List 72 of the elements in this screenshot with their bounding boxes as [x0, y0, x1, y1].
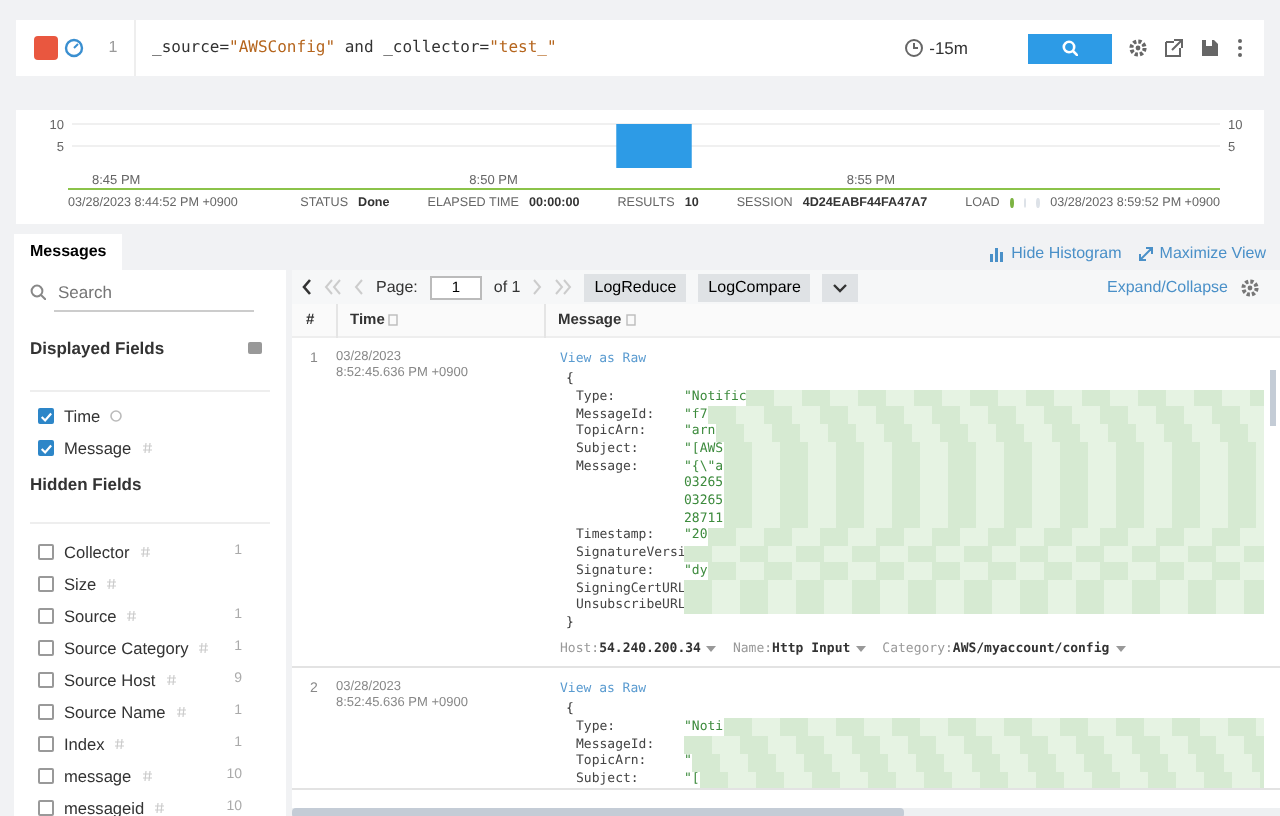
- field-label: Source Name: [64, 699, 166, 724]
- checkbox[interactable]: [38, 703, 54, 720]
- bar-chart-icon: [989, 246, 1006, 262]
- share-icon[interactable]: [1164, 38, 1184, 58]
- dropdown-button[interactable]: [822, 273, 859, 301]
- expand-icon: [1137, 246, 1154, 262]
- hash-icon: [139, 545, 152, 558]
- search-icon: [1062, 40, 1078, 56]
- gauge-icon[interactable]: [64, 38, 84, 58]
- horizontal-scrollbar[interactable]: [292, 808, 1280, 816]
- search-button[interactable]: [1028, 33, 1112, 63]
- section-title: Hidden Fields: [30, 472, 270, 524]
- checkbox[interactable]: [38, 607, 54, 624]
- messages-tab[interactable]: Messages: [14, 234, 123, 270]
- caret-icon[interactable]: [706, 645, 717, 652]
- caret-icon: [832, 281, 849, 293]
- first-page-icon[interactable]: [324, 278, 342, 296]
- copy-icon[interactable]: [625, 314, 636, 326]
- line-number: 1: [92, 20, 136, 76]
- checkbox[interactable]: [38, 735, 54, 752]
- vertical-scrollbar[interactable]: [1270, 370, 1276, 426]
- hash-icon: [154, 801, 167, 814]
- field-label: Size: [64, 571, 97, 596]
- field-label: Index: [64, 731, 105, 756]
- page-label: Page:: [376, 275, 418, 299]
- more-icon[interactable]: [1236, 38, 1244, 58]
- field-label: Message: [64, 435, 132, 461]
- hash-icon: [126, 609, 139, 622]
- hash-icon: [106, 577, 119, 590]
- previous-page-icon[interactable]: [354, 278, 364, 296]
- field-label: messageid: [64, 795, 145, 816]
- last-page-icon[interactable]: [554, 278, 573, 296]
- section-title: Displayed Fields: [30, 335, 165, 361]
- checkbox[interactable]: [38, 543, 54, 560]
- caret-icon[interactable]: [856, 645, 867, 652]
- page-total: of 1: [493, 275, 521, 299]
- field-label: Source: [64, 603, 117, 628]
- settings-icon[interactable]: [1128, 38, 1148, 58]
- next-page-icon[interactable]: [532, 278, 543, 296]
- time-range[interactable]: -15m: [929, 35, 968, 61]
- checkbox[interactable]: [38, 575, 54, 592]
- search-icon: [30, 284, 46, 300]
- app-logo-icon: [34, 36, 58, 60]
- chevron-left-icon[interactable]: [300, 278, 312, 296]
- hash-icon: [114, 737, 127, 750]
- checkbox[interactable]: [38, 671, 54, 688]
- logreduce-button[interactable]: LogReduce: [584, 273, 687, 301]
- clock-icon: [110, 410, 123, 422]
- check-icon: [40, 409, 52, 423]
- settings-icon[interactable]: [1240, 277, 1260, 297]
- copy-icon[interactable]: [388, 314, 399, 326]
- field-label: Time: [64, 403, 101, 429]
- save-icon[interactable]: [1200, 38, 1220, 58]
- field-label: message: [64, 763, 132, 788]
- hash-icon: [165, 673, 178, 686]
- field-label: Source Host: [64, 667, 156, 692]
- field-label: Source Category: [64, 635, 189, 660]
- check-icon: [40, 441, 52, 455]
- checkbox[interactable]: [38, 767, 54, 784]
- hash-icon: [141, 442, 154, 454]
- logcompare-button[interactable]: LogCompare: [698, 273, 811, 301]
- caret-icon[interactable]: [1115, 645, 1126, 652]
- clock-icon: [903, 38, 924, 58]
- query-field[interactable]: _source="AWSConfig" and _collector="test_": [152, 36, 904, 60]
- hash-icon: [141, 769, 154, 782]
- hash-icon: [198, 641, 211, 654]
- checkbox[interactable]: [38, 440, 54, 456]
- checkbox[interactable]: [38, 799, 54, 816]
- hash-icon: [175, 705, 188, 718]
- field-label: Collector: [64, 539, 130, 564]
- checkbox[interactable]: [38, 639, 54, 656]
- checkbox[interactable]: [38, 408, 54, 424]
